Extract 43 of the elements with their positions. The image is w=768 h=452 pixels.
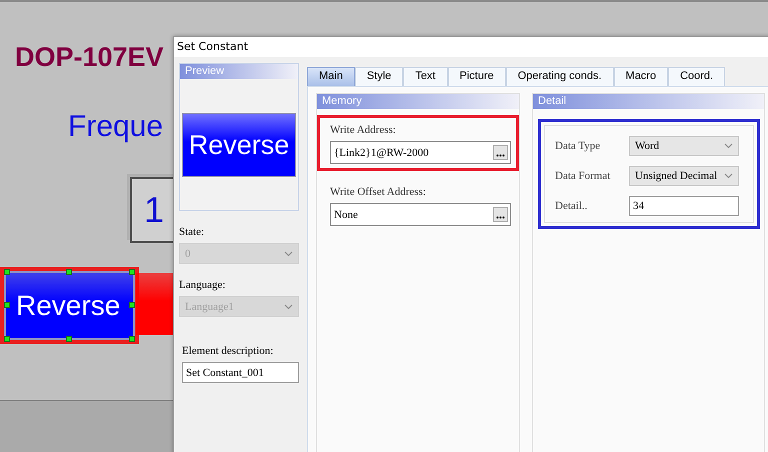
field-label: Data Type (555, 140, 602, 152)
screen-title: DOP-107EV (15, 42, 164, 73)
chevron-icon (724, 173, 733, 179)
tab[interactable]: Picture (448, 67, 506, 86)
hmi-button[interactable]: Reverse (4, 271, 135, 340)
field-label: Write Offset Address: (330, 186, 427, 198)
more-icon[interactable] (493, 207, 508, 222)
tab[interactable]: Operating conds. (506, 67, 614, 86)
more-icon[interactable] (493, 145, 508, 160)
window-title: Set Constant (174, 37, 768, 57)
tab[interactable]: Style (354, 67, 404, 86)
dropdown[interactable]: Word (629, 136, 739, 156)
chevron-icon (724, 143, 733, 149)
address-field[interactable]: {Link2}1@RW-2000 (330, 141, 511, 164)
resize-handle[interactable] (4, 336, 10, 342)
resize-handle[interactable] (4, 302, 10, 308)
field-label: Detail.. (555, 200, 588, 212)
field-label: State: (179, 226, 206, 238)
resize-handle[interactable] (4, 269, 10, 275)
field-label: Write Address: (330, 124, 397, 136)
dropdown[interactable]: Unsigned Decimal (629, 166, 739, 186)
address-field[interactable]: None (330, 203, 511, 226)
frequency-label: Freque (68, 110, 164, 144)
tab[interactable]: Coord. (668, 67, 726, 86)
resize-handle[interactable] (129, 269, 135, 275)
field-label: Element description: (182, 345, 274, 357)
tab[interactable]: Text (403, 67, 448, 86)
tab[interactable]: Main (307, 67, 355, 86)
tab[interactable]: Macro (614, 67, 668, 86)
input-field[interactable]: 34 (629, 196, 739, 216)
resize-handle[interactable] (129, 302, 135, 308)
chevron-icon (284, 250, 293, 256)
group-header: Memory (317, 94, 519, 109)
chevron-icon (284, 304, 293, 310)
field-label: Data Format (555, 170, 612, 182)
resize-handle[interactable] (129, 336, 135, 342)
resize-handle[interactable] (66, 336, 72, 342)
group-header: Detail (533, 94, 764, 109)
resize-handle[interactable] (66, 269, 72, 275)
field-label: Language: (179, 279, 226, 291)
group-header: Preview (180, 64, 298, 79)
display-value: 1 (144, 189, 164, 231)
description-field[interactable]: Set Constant_001 (182, 362, 299, 383)
